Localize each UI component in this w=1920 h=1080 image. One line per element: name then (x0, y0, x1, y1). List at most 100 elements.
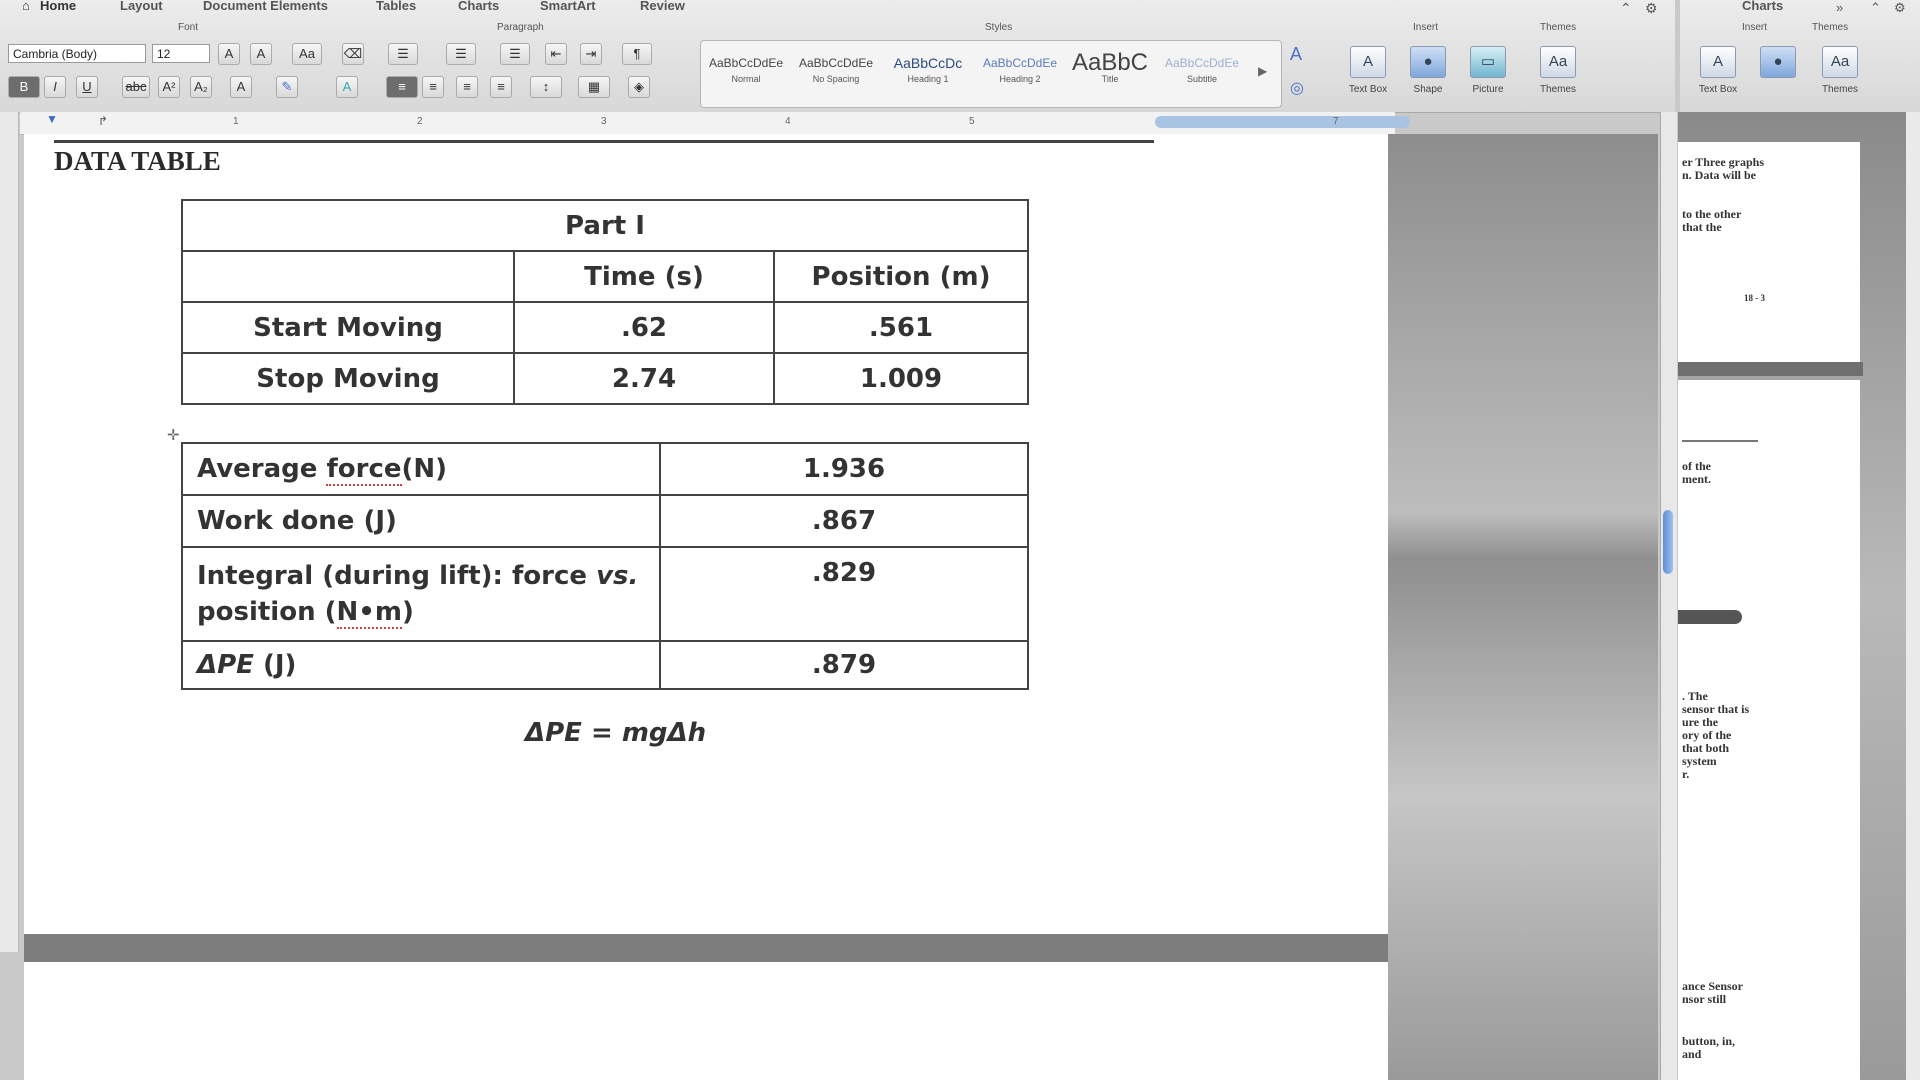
shading-button[interactable]: ◈ (628, 76, 650, 98)
shape-button[interactable]: ● Shape (1400, 46, 1456, 104)
vertical-ruler[interactable] (0, 112, 19, 952)
show-formatting-button[interactable]: ¶ (622, 43, 652, 65)
borders-button[interactable]: ▦ (578, 76, 610, 98)
results-table[interactable]: Average force(N) 1.936 Work done (J) .86… (181, 442, 1029, 690)
themes-button[interactable]: Aa Themes (1530, 46, 1586, 104)
style-heading-1[interactable]: AaBbCcDc Heading 1 (884, 44, 972, 102)
table-cell[interactable]: 1.936 (659, 442, 1029, 496)
font-name-select[interactable]: Cambria (Body) (8, 44, 146, 63)
style-normal[interactable]: AaBbCcDdEe Normal (702, 44, 790, 102)
picture-button[interactable]: ▭ Picture (1460, 46, 1516, 104)
tab-home[interactable]: Home (40, 0, 76, 14)
table-cell[interactable]: .879 (659, 640, 1029, 690)
first-line-indent-marker[interactable]: ▼ (46, 112, 58, 126)
table-header-cell[interactable] (181, 250, 515, 303)
tab-charts-side[interactable]: Charts (1742, 0, 1783, 14)
side-scrollbar[interactable] (1906, 112, 1920, 1080)
text-box-button[interactable]: A Text Box (1340, 46, 1396, 104)
increase-indent-button[interactable]: ⇥ (580, 43, 602, 65)
style-heading-2[interactable]: AaBbCcDdEe Heading 2 (976, 44, 1064, 102)
align-right-button[interactable]: ≡ (456, 76, 478, 98)
tab-document-elements[interactable]: Document Elements (203, 0, 328, 14)
gear-icon[interactable]: ⚙ (1645, 0, 1658, 17)
numbering-button[interactable]: ☰ (446, 43, 476, 65)
table-cell[interactable]: 2.74 (513, 352, 775, 405)
vertical-scrollbar[interactable] (1660, 112, 1677, 1080)
table-cell[interactable]: .829 (659, 546, 1029, 642)
style-title[interactable]: AaBbC Title (1066, 44, 1154, 102)
formula-text[interactable]: ΔPE = mgΔh (525, 718, 706, 748)
themes-button-side[interactable]: Aa Themes (1812, 46, 1868, 104)
table-cell[interactable]: .561 (773, 301, 1029, 354)
change-case-button[interactable]: Aa (292, 43, 322, 65)
italic-button[interactable]: I (44, 76, 66, 98)
table-cell[interactable]: 1.009 (773, 352, 1029, 405)
grow-font-button[interactable]: A (218, 43, 240, 65)
table-move-handle-icon[interactable]: ✛ (167, 426, 180, 444)
highlight-button[interactable]: ✎ (276, 76, 298, 98)
multilevel-list-button[interactable]: ☰ (500, 43, 530, 65)
collapse-ribbon-icon-side[interactable]: ⌃ (1870, 0, 1881, 16)
table-row: Integral (during lift): force vs. positio… (181, 546, 1029, 642)
tab-charts[interactable]: Charts (458, 0, 499, 14)
collapse-ribbon-icon[interactable]: ⌃ (1620, 0, 1632, 17)
decrease-indent-button[interactable]: ⇤ (545, 43, 567, 65)
ruler-right-margin[interactable] (1155, 116, 1410, 128)
table-cell[interactable]: ΔPE (J) (181, 640, 661, 690)
tab-tables[interactable]: Tables (376, 0, 416, 14)
thumbnail-page[interactable]: of the ment. . The sensor that is ure th… (1678, 380, 1860, 1080)
clear-formatting-icon[interactable]: ⌫ (342, 43, 364, 65)
table-cell[interactable]: Stop Moving (181, 352, 515, 405)
line-spacing-button[interactable]: ↕ (530, 76, 562, 98)
shape-icon: ● (1410, 46, 1446, 78)
align-left-button[interactable]: ≡ (386, 76, 418, 98)
section-heading[interactable]: DATA TABLE (54, 146, 221, 177)
bullets-button[interactable]: ☰ (388, 43, 418, 65)
text-box-icon: A (1350, 46, 1386, 78)
text-box-icon-side: A (1700, 46, 1736, 78)
table-row: Stop Moving 2.74 1.009 (181, 352, 1029, 405)
tab-stop-marker[interactable]: ↱ (98, 114, 108, 128)
overflow-icon[interactable]: » (1836, 0, 1843, 15)
styles-next-icon[interactable]: ▶ (1258, 64, 1267, 78)
shape-button-side[interactable]: ● (1750, 46, 1806, 104)
styles-pane-icon[interactable]: ◎ (1290, 78, 1304, 98)
part-one-table[interactable]: Part I Time (s) Position (m) Start Movin… (181, 199, 1029, 405)
subscript-button[interactable]: A₂ (190, 76, 212, 98)
table-cell[interactable]: Integral (during lift): force vs. positio… (181, 546, 661, 642)
justify-button[interactable]: ≡ (490, 76, 512, 98)
table-title-cell[interactable]: Part I (181, 199, 1029, 252)
horizontal-ruler[interactable]: 1 2 3 4 5 7 ▼ ↱ (20, 112, 1410, 135)
table-cell[interactable]: Start Moving (181, 301, 515, 354)
shrink-font-button[interactable]: A (250, 43, 272, 65)
table-header-cell[interactable]: Time (s) (513, 250, 775, 303)
bold-button[interactable]: B (8, 76, 40, 98)
side-document-pane[interactable]: er Three graphs n. Data will be to the o… (1678, 112, 1920, 1080)
table-cell[interactable]: Average force(N) (181, 442, 661, 496)
scrollbar-thumb[interactable] (1663, 510, 1673, 574)
text-effects-button[interactable]: A (336, 76, 358, 98)
gear-icon-side[interactable]: ⚙ (1894, 0, 1906, 16)
underline-button[interactable]: U (76, 76, 98, 98)
strikethrough-button[interactable]: abc (122, 76, 150, 98)
font-size-select[interactable]: 12 (152, 44, 210, 63)
tab-layout[interactable]: Layout (120, 0, 163, 14)
ruler-number: 5 (969, 116, 975, 127)
table-cell[interactable]: .867 (659, 494, 1029, 548)
table-cell[interactable]: Work done (J) (181, 494, 661, 548)
style-subtitle[interactable]: AaBbCcDdEe Subtitle (1158, 44, 1246, 102)
superscript-button[interactable]: A² (158, 76, 180, 98)
font-color-button[interactable]: A (230, 76, 252, 98)
home-icon: ⌂ (22, 0, 30, 13)
group-label-paragraph: Paragraph (497, 22, 544, 33)
thumbnail-page[interactable]: er Three graphs n. Data will be to the o… (1678, 142, 1860, 364)
tab-smartart[interactable]: SmartArt (540, 0, 596, 14)
table-cell[interactable]: .62 (513, 301, 775, 354)
tab-review[interactable]: Review (640, 0, 685, 14)
text-box-button-side[interactable]: A Text Box (1690, 46, 1746, 104)
table-header-cell[interactable]: Position (m) (773, 250, 1029, 303)
text-effects-icon[interactable]: A (1290, 44, 1302, 65)
style-no-spacing[interactable]: AaBbCcDdEe No Spacing (792, 44, 880, 102)
align-center-button[interactable]: ≡ (422, 76, 444, 98)
document-page-next[interactable] (24, 962, 1388, 1080)
